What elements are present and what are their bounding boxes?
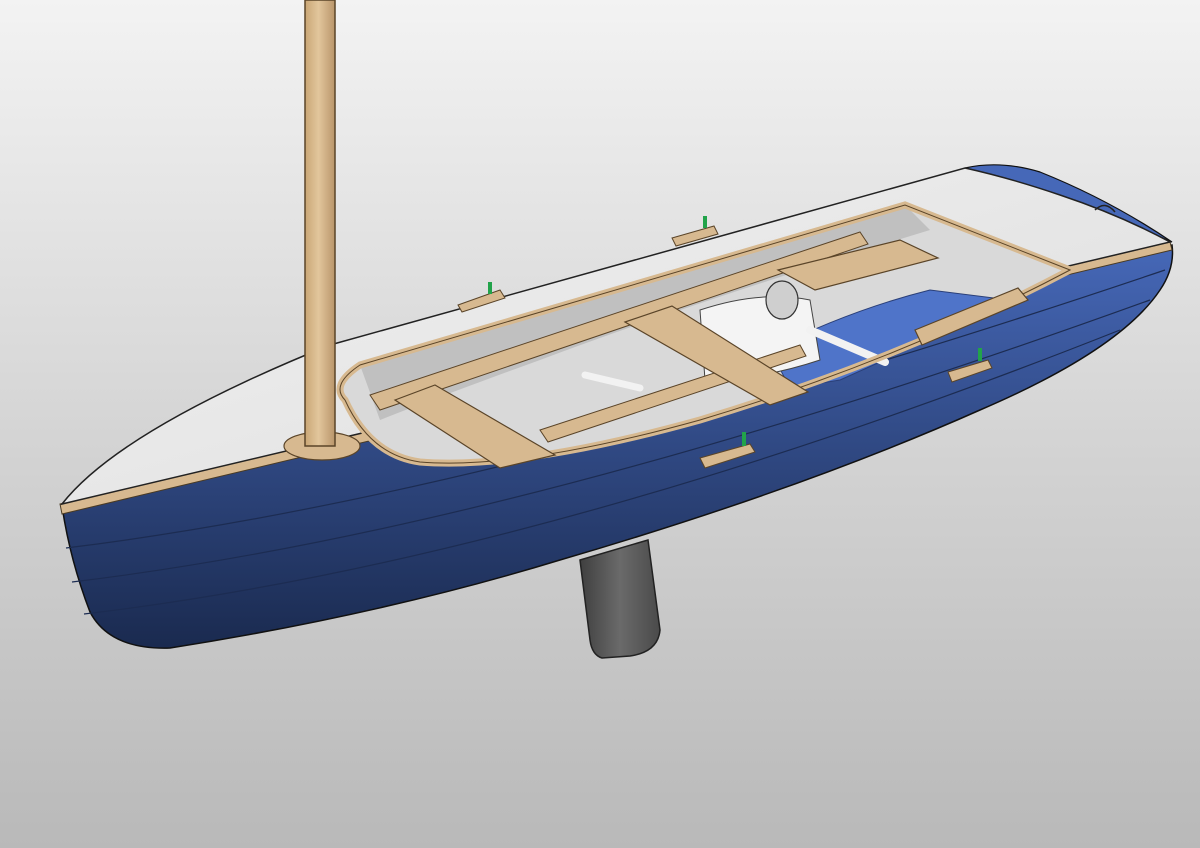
mast [304, 0, 336, 447]
inspection-port [765, 280, 799, 320]
centreboard-fin [579, 539, 661, 659]
dinghy-model-render [59, 0, 1174, 659]
cad-viewport[interactable] [0, 0, 1200, 848]
